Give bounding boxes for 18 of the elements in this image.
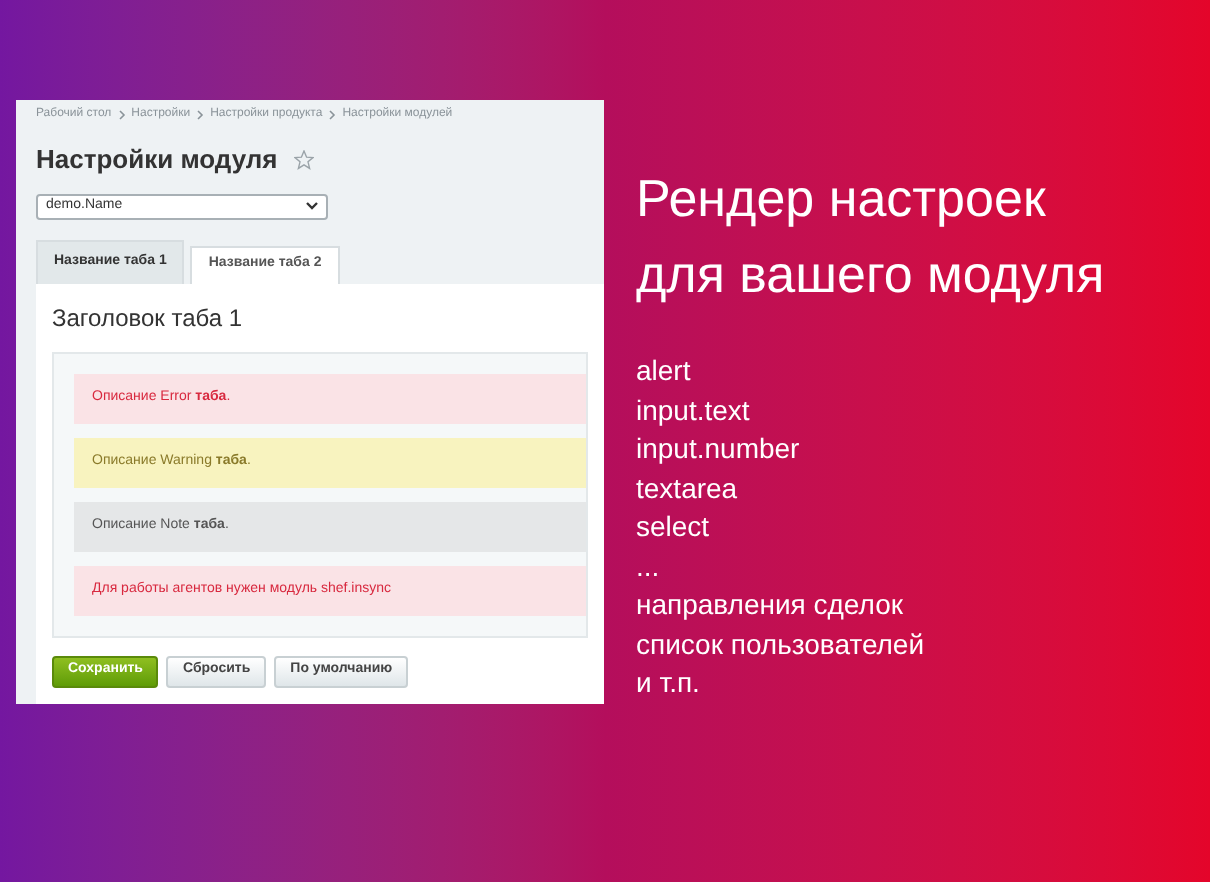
- chevron-down-icon: [306, 202, 318, 210]
- star-icon[interactable]: [293, 149, 314, 170]
- chevron-icon: [196, 110, 205, 120]
- feature-item: select: [636, 508, 712, 546]
- feature-item: input.number: [636, 430, 802, 468]
- feature-item: список пользователей: [636, 625, 927, 663]
- chevron-icon: [328, 110, 337, 120]
- headline: для вашего модуля: [636, 242, 1105, 308]
- feature-item: textarea: [636, 469, 740, 507]
- tab-heading: Заголовок таба 1: [52, 301, 245, 335]
- feature-item: направления сделок: [636, 586, 905, 624]
- feature-item: ...: [636, 547, 662, 585]
- feature-item: input.text: [636, 391, 752, 430]
- chevron-icon: [117, 110, 126, 120]
- feature-item: и т.п.: [636, 664, 702, 702]
- page-title: Настройки модуля: [36, 142, 278, 178]
- feature-item: alert: [636, 352, 693, 390]
- headline: Рендер настроек: [636, 166, 1048, 232]
